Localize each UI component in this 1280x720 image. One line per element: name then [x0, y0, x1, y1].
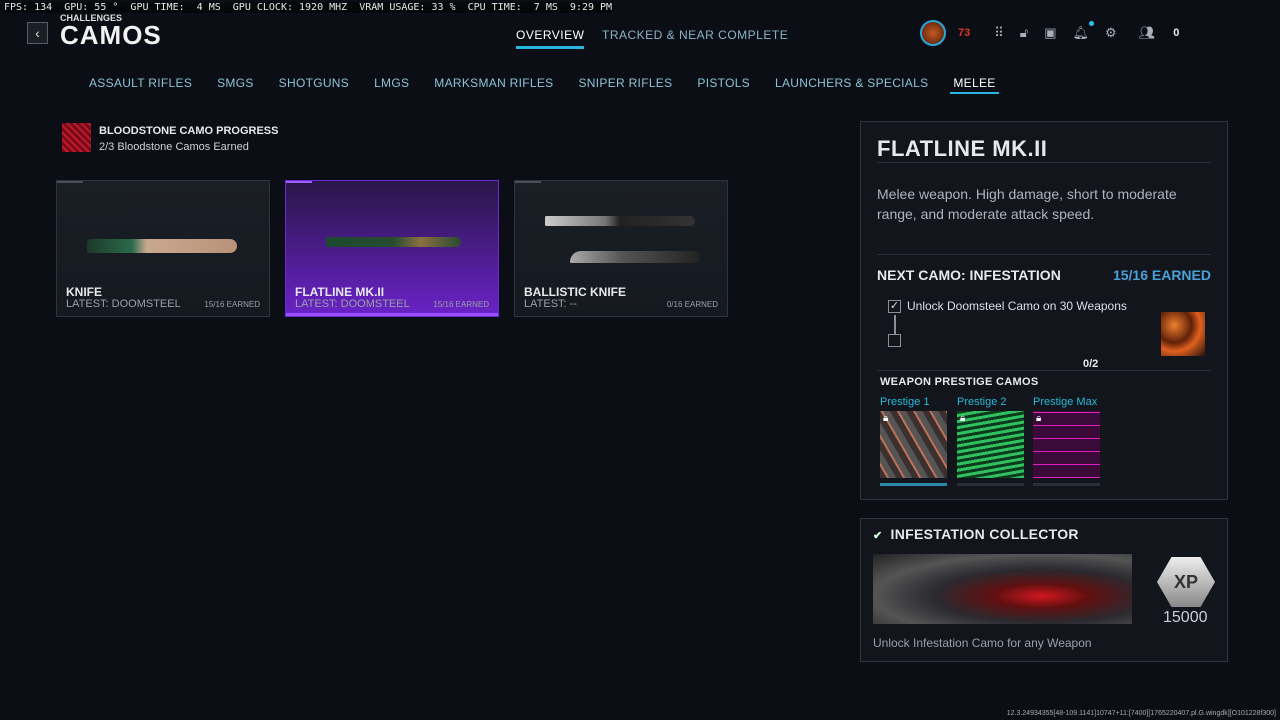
lock-icon: 🔒︎ [960, 413, 966, 424]
prestige-camo-2[interactable]: Prestige 2 🔒︎ [957, 396, 1024, 486]
collector-banner-image [873, 554, 1132, 624]
prestige-camo-max[interactable]: Prestige Max 🔒︎ [1033, 396, 1100, 486]
weapon-image [545, 216, 695, 226]
weapon-latest: LATEST: -- [524, 298, 577, 310]
weapon-name: BALLISTIC KNIFE [524, 285, 626, 299]
grid-icon[interactable]: ⠿ [994, 25, 1004, 41]
unlock-icon[interactable]: 🔓︎ [1020, 25, 1028, 41]
next-camo-count: 15/16 EARNED [1112, 267, 1211, 283]
tab-overview[interactable]: OVERVIEW [516, 28, 585, 49]
lock-icon: 🔒︎ [1036, 413, 1042, 424]
weapon-card-ballistic-knife[interactable]: BALLISTIC KNIFE LATEST: -- 0/16 EARNED [514, 180, 728, 317]
store-icon[interactable]: ▣ [1044, 25, 1056, 41]
progress-subtitle: 2/3 Bloodstone Camos Earned [99, 141, 249, 153]
build-string: 12.3.24934355[48-109.1141]10747+11:[7400… [1006, 710, 1276, 717]
tab-smgs[interactable]: SMGS [217, 76, 254, 90]
weapon-earned: 0/16 EARNED [666, 300, 718, 309]
prestige-label: Prestige 2 [957, 396, 1007, 408]
weapon-earned: 15/16 EARNED [204, 300, 260, 309]
check-icon: ✔ [873, 530, 883, 542]
xp-badge-icon: XP [1157, 557, 1215, 607]
checkbox-empty-icon [888, 334, 901, 347]
hud-bar: 73 ⠿ 🔓︎ ▣ 🔔︎ ⚙ 👥︎ 0 [920, 18, 1179, 48]
prestige-camo-1[interactable]: Prestige 1 🔒︎ [880, 396, 947, 486]
tab-melee[interactable]: MELEE [950, 76, 999, 94]
weapon-image [570, 251, 700, 263]
weapon-image [87, 239, 237, 253]
weapon-card-flatline[interactable]: FLATLINE MK.II LATEST: DOOMSTEEL 15/16 E… [285, 180, 499, 317]
tab-marksman-rifles[interactable]: MARKSMAN RIFLES [434, 76, 553, 90]
tab-tracked[interactable]: TRACKED & NEAR COMPLETE [602, 28, 788, 42]
collector-description: Unlock Infestation Camo for any Weapon [873, 636, 1092, 650]
weapon-detail-panel: FLATLINE MK.II Melee weapon. High damage… [860, 121, 1228, 500]
tab-shotguns[interactable]: SHOTGUNS [279, 76, 349, 90]
weapon-name: FLATLINE MK.II [295, 285, 385, 299]
task-progress: 0/2 [1083, 358, 1099, 370]
progress-title: BLOODSTONE CAMO PROGRESS [99, 125, 279, 137]
category-tabs: ASSAULT RIFLES SMGS SHOTGUNS LMGS MARKSM… [89, 76, 1021, 94]
bloodstone-camo-icon [62, 123, 91, 152]
prestige-label: Prestige Max [1033, 396, 1098, 408]
tab-assault-rifles[interactable]: ASSAULT RIFLES [89, 76, 192, 90]
tab-sniper-rifles[interactable]: SNIPER RIFLES [578, 76, 672, 90]
weapon-name: KNIFE [66, 285, 102, 299]
detail-description: Melee weapon. High damage, short to mode… [877, 186, 1177, 222]
tab-lmgs[interactable]: LMGS [374, 76, 409, 90]
tab-launchers-specials[interactable]: LAUNCHERS & SPECIALS [775, 76, 928, 90]
xp-reward: 15000 [1163, 609, 1208, 626]
weapon-earned: 15/16 EARNED [433, 300, 489, 309]
avatar[interactable] [920, 20, 946, 46]
page-title: CAMOS [60, 20, 162, 50]
weapon-latest: LATEST: DOOMSTEEL [66, 298, 181, 310]
collector-panel: ✔ INFESTATION COLLECTOR XP 15000 Unlock I… [860, 518, 1228, 662]
back-button[interactable]: ‹ [27, 22, 48, 44]
detail-title: FLATLINE MK.II [877, 136, 1048, 161]
checkbox-checked-icon: ✓ [888, 300, 901, 313]
tab-pistols[interactable]: PISTOLS [697, 76, 750, 90]
party-icon[interactable]: 👥︎ [1139, 25, 1156, 41]
bell-icon[interactable]: 🔔︎ [1073, 21, 1095, 41]
collector-title: ✔ INFESTATION COLLECTOR [873, 526, 1079, 542]
weapon-latest: LATEST: DOOMSTEEL [295, 298, 410, 310]
player-level: 73 [958, 27, 971, 39]
party-count: 0 [1173, 27, 1180, 39]
challenge-task: Unlock Doomsteel Camo on 30 Weapons [907, 299, 1127, 313]
prestige-heading: WEAPON PRESTIGE CAMOS [880, 376, 1039, 388]
gear-icon[interactable]: ⚙ [1105, 25, 1117, 41]
lock-icon: 🔒︎ [883, 413, 889, 424]
performance-overlay: FPS: 134 GPU: 55 ° GPU TIME: 4 MS GPU CL… [4, 2, 613, 13]
weapon-card-knife[interactable]: KNIFE LATEST: DOOMSTEEL 15/16 EARNED [56, 180, 270, 317]
prestige-label: Prestige 1 [880, 396, 930, 408]
weapon-image [326, 237, 461, 247]
next-camo-title: NEXT CAMO: INFESTATION [877, 267, 1061, 283]
infestation-camo-thumbnail [1161, 312, 1205, 356]
